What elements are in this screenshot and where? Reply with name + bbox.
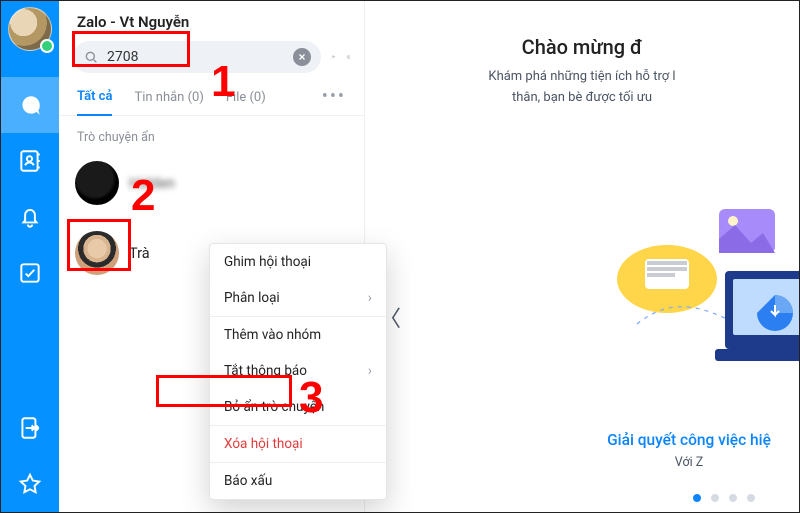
nav-export[interactable] [1,400,59,456]
chevron-right-icon: › [368,363,372,379]
chat-name: Hidden [129,175,175,192]
app-title: Zalo - Vt Nguyễn [59,1,364,37]
carousel-dot[interactable] [747,494,755,502]
bell-icon [17,204,43,230]
menu-classify[interactable]: Phân loại› [210,280,386,316]
menu-add-to-group[interactable]: Thêm vào nhóm [210,317,386,353]
nav-star[interactable] [1,456,59,512]
chat-name: Trà [129,245,150,262]
nav-todo[interactable] [1,245,59,301]
chat-avatar [75,231,119,275]
tabs-more-button[interactable]: ••• [322,92,346,112]
nav-rail [1,1,59,512]
welcome-subtitle: Khám phá những tiện ích hỗ trợ l thân, b… [488,67,675,109]
slide-subtitle: Với Z [559,455,799,470]
welcome-illustration [607,209,799,379]
carousel-dot[interactable] [693,494,701,502]
nav-chat[interactable] [1,77,59,133]
search-icon [83,49,99,65]
section-hidden-chat: Trò chuyện ẩn [59,116,364,151]
export-icon [17,415,43,441]
main-content: Chào mừng đ Khám phá những tiện ích hỗ t… [365,1,799,512]
menu-unhide[interactable]: Bỏ ẩn trò chuyện [210,389,386,425]
close-icon [297,52,307,62]
add-friend-icon[interactable] [331,46,336,68]
carousel-dot[interactable] [711,494,719,502]
menu-delete[interactable]: Xóa hội thoại [210,426,386,462]
tab-messages[interactable]: Tin nhắn (0) [134,90,203,115]
presence-dot [40,39,54,53]
menu-report[interactable]: Báo xấu [210,463,386,499]
sidebar-panel: Zalo - Vt Nguyễn Tất cả Tin nhắn (0) Fil… [59,1,365,512]
user-avatar[interactable] [8,7,52,51]
tab-file[interactable]: File (0) [226,90,266,115]
context-menu: Ghim hội thoại Phân loại› Thêm vào nhóm … [209,243,387,500]
chat-item[interactable]: Hidden [59,151,364,215]
menu-mute[interactable]: Tắt thông báo› [210,353,386,389]
tab-all[interactable]: Tất cả [77,89,112,116]
chat-icon [17,92,43,118]
contacts-icon [17,148,43,174]
slide-title: Giải quyết công việc hiệ [559,431,799,449]
nav-notifications[interactable] [1,189,59,245]
welcome-title: Chào mừng đ [522,35,643,59]
carousel-dots [693,494,755,502]
clear-search-button[interactable] [293,48,311,66]
search-input-wrap[interactable] [73,41,321,73]
slide-caption: Giải quyết công việc hiệ Với Z [559,431,799,470]
filter-tabs: Tất cả Tin nhắn (0) File (0) ••• [59,83,364,116]
carousel-dot[interactable] [729,494,737,502]
star-icon [17,471,43,497]
create-group-icon[interactable] [346,46,351,68]
chat-avatar [75,161,119,205]
search-input[interactable] [107,49,285,65]
check-icon [17,260,43,286]
menu-pin[interactable]: Ghim hội thoại [210,244,386,280]
chevron-right-icon: › [368,290,372,306]
nav-contacts[interactable] [1,133,59,189]
